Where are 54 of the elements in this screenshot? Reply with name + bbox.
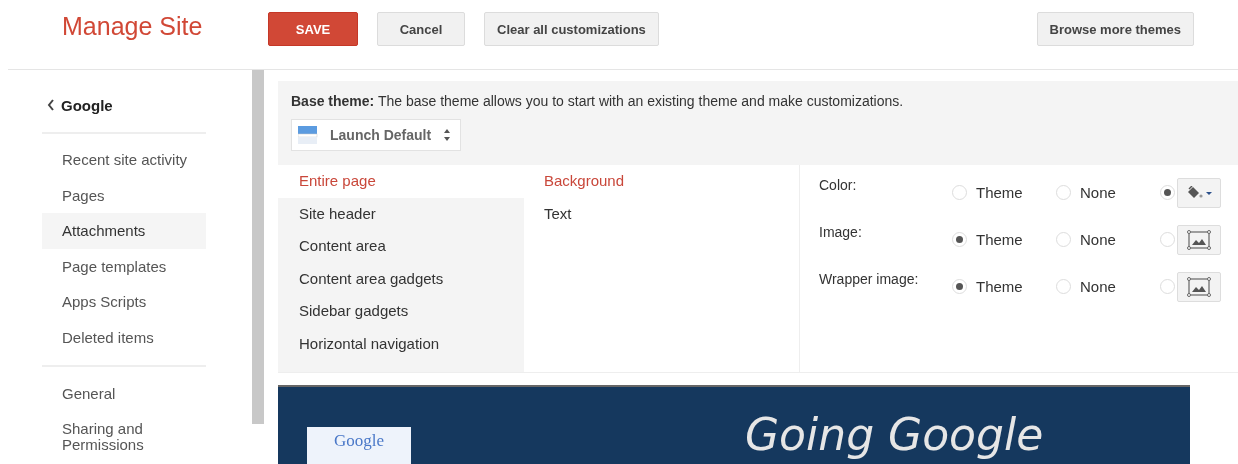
- property-item[interactable]: Background: [524, 165, 799, 198]
- image-icon: [1187, 229, 1211, 250]
- radio-button[interactable]: [1160, 232, 1175, 247]
- sidebar-item[interactable]: Pages: [42, 177, 206, 213]
- image-icon: [1187, 276, 1211, 297]
- section-item[interactable]: Content area: [278, 230, 524, 263]
- chevron-left-icon: [47, 99, 55, 111]
- radio-label: None: [1080, 278, 1116, 295]
- sidebar-item[interactable]: Deleted items: [42, 319, 206, 355]
- section-item[interactable]: Content area gadgets: [278, 262, 524, 295]
- property-item[interactable]: Text: [524, 197, 799, 230]
- page-title: Manage Site: [61, 12, 204, 41]
- sidebar-item[interactable]: Recent site activity: [42, 142, 206, 178]
- radio-button[interactable]: [1056, 232, 1071, 247]
- radio-button[interactable]: [1056, 185, 1071, 200]
- scrollbar[interactable]: [252, 70, 264, 424]
- sidebar-item[interactable]: Apps Scripts: [42, 284, 206, 320]
- setting-label: Wrapper image:: [819, 271, 920, 287]
- preview-logo: Google: [307, 427, 411, 464]
- radio-button[interactable]: [1056, 279, 1071, 294]
- setting-label: Image:: [819, 224, 863, 240]
- radio-button[interactable]: [1160, 279, 1175, 294]
- sidebar-item[interactable]: General: [42, 377, 206, 413]
- paint-bucket-icon: [1186, 185, 1212, 200]
- sort-arrows-icon: [443, 128, 452, 142]
- radio-button[interactable]: [952, 279, 967, 294]
- section-item[interactable]: Sidebar gadgets: [278, 295, 524, 328]
- sidebar-item[interactable]: Sharing and Permissions: [42, 412, 162, 463]
- section-item[interactable]: Entire page: [278, 165, 524, 198]
- back-link[interactable]: Google: [42, 94, 206, 134]
- color-picker-button[interactable]: [1177, 177, 1221, 208]
- radio-button[interactable]: [952, 232, 967, 247]
- image-picker-button[interactable]: [1177, 224, 1221, 255]
- action-button[interactable]: Clear all customizations: [484, 12, 659, 46]
- image-picker-button[interactable]: [1177, 271, 1221, 302]
- radio-label: Theme: [976, 278, 1023, 295]
- radio-label: None: [1080, 231, 1116, 248]
- theme-select[interactable]: Launch Default: [291, 119, 462, 151]
- radio-button[interactable]: [952, 185, 967, 200]
- radio-label: None: [1080, 184, 1116, 201]
- section-item[interactable]: Horizontal navigation: [278, 327, 524, 360]
- base-theme-description: Base theme: The base theme allows you to start with an existing theme and make customizations.: [291, 93, 905, 109]
- radio-label: Theme: [976, 184, 1023, 201]
- sidebar-item[interactable]: Page templates: [42, 248, 206, 284]
- save-button[interactable]: SAVE: [268, 12, 358, 46]
- sidebar-item[interactable]: Attachments: [42, 213, 206, 249]
- browse-themes-button[interactable]: Browse more themes: [1036, 12, 1194, 46]
- section-item[interactable]: Site header: [278, 197, 524, 230]
- radio-label: Theme: [976, 231, 1023, 248]
- radio-button[interactable]: [1160, 185, 1175, 200]
- setting-label: Color:: [819, 177, 858, 193]
- preview-site-title: Going Google: [745, 408, 1044, 462]
- action-button[interactable]: Cancel: [377, 12, 465, 46]
- theme-thumbnail-icon: [298, 125, 318, 145]
